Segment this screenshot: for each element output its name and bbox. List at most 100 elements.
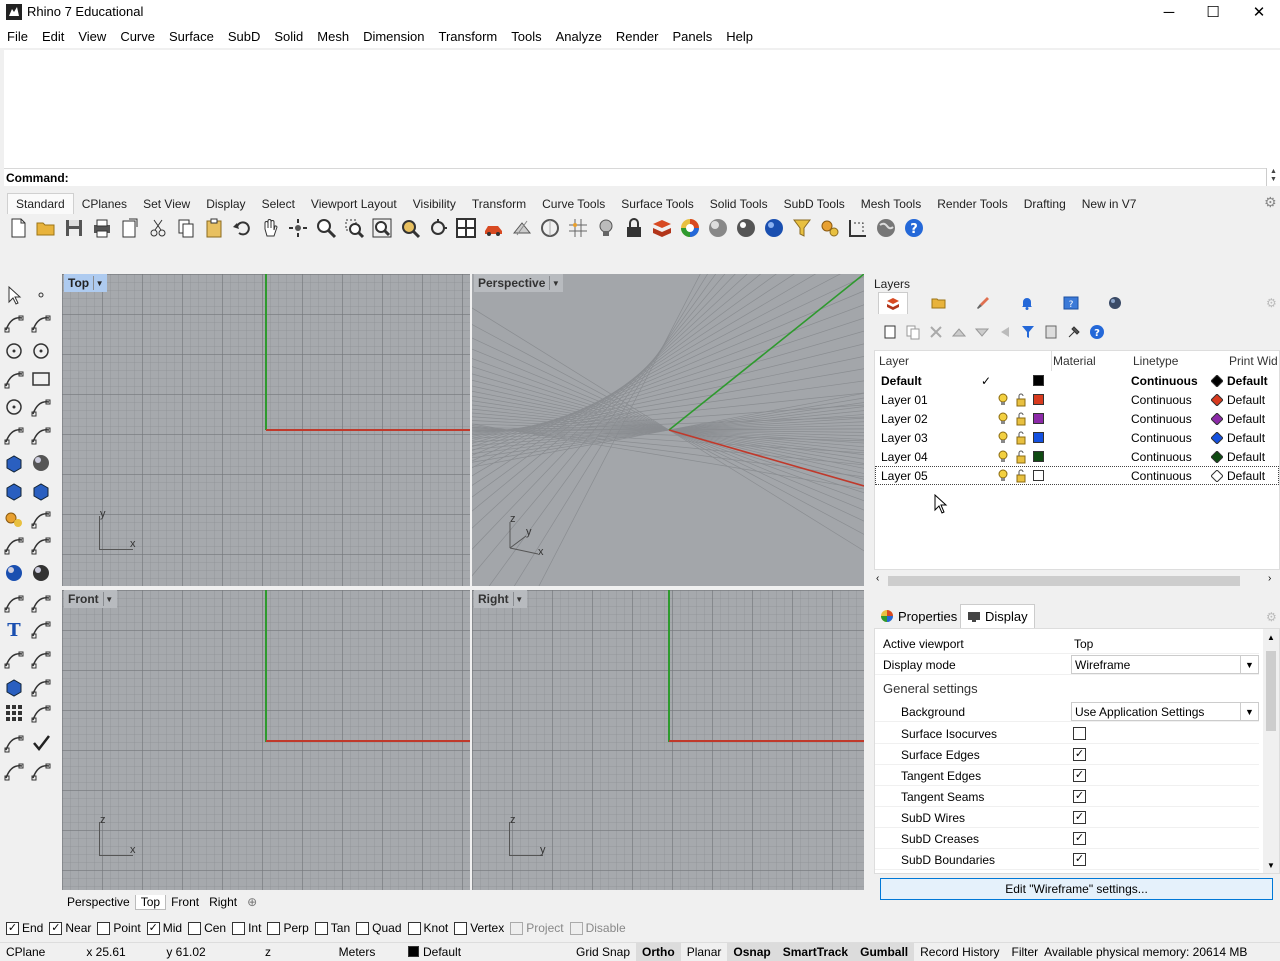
lock-icon[interactable] bbox=[620, 214, 648, 242]
tab-standard[interactable]: Standard bbox=[7, 193, 74, 214]
group-icon[interactable] bbox=[1, 646, 27, 672]
layer-row[interactable]: Layer 03 Continuous Default bbox=[875, 428, 1279, 447]
point-icon[interactable] bbox=[28, 282, 54, 308]
planar-toggle[interactable]: Planar bbox=[681, 943, 728, 961]
rotate-view-icon[interactable] bbox=[284, 214, 312, 242]
save-icon[interactable] bbox=[60, 214, 88, 242]
gears-tool-icon[interactable] bbox=[1, 506, 27, 532]
circle-tool-icon[interactable] bbox=[1, 338, 27, 364]
split-icon[interactable] bbox=[1, 532, 27, 558]
column-header-print-width[interactable]: Print Wid bbox=[1229, 351, 1279, 371]
tab-display[interactable]: Display bbox=[198, 194, 253, 214]
layer-color-swatch[interactable] bbox=[1033, 447, 1044, 466]
delete-layer-icon[interactable] bbox=[926, 322, 946, 342]
tab-drafting[interactable]: Drafting bbox=[1016, 194, 1074, 214]
osnap-checkbox[interactable] bbox=[314, 921, 328, 935]
edit-wireframe-settings-button[interactable]: Edit "Wireframe" settings... bbox=[880, 878, 1273, 900]
scroll-down-icon[interactable]: ▼ bbox=[1267, 861, 1275, 870]
layer-linetype[interactable]: Continuous bbox=[1131, 447, 1192, 466]
osnap-checkbox[interactable] bbox=[454, 921, 468, 935]
osnap-checkbox[interactable] bbox=[97, 921, 111, 935]
layer-icon[interactable] bbox=[648, 214, 676, 242]
setting-checkbox[interactable]: ✓ bbox=[1073, 853, 1086, 866]
zoom-icon[interactable] bbox=[312, 214, 340, 242]
tab-subd-tools[interactable]: SubD Tools bbox=[776, 194, 853, 214]
record-history-toggle[interactable]: Record History bbox=[914, 943, 1005, 961]
unlocked-icon[interactable] bbox=[1015, 428, 1027, 447]
osnap-checkbox[interactable] bbox=[188, 921, 202, 935]
menu-edit[interactable]: Edit bbox=[35, 29, 71, 44]
lightbulb-icon[interactable] bbox=[997, 409, 1009, 428]
column-header-material[interactable]: Material bbox=[1053, 351, 1133, 371]
help-window-tab-icon[interactable]: ? bbox=[1056, 292, 1086, 314]
layer-tools-icon[interactable] bbox=[1064, 322, 1084, 342]
menu-file[interactable]: File bbox=[0, 29, 35, 44]
four-viewports-icon[interactable] bbox=[452, 214, 480, 242]
setting-checkbox[interactable]: ✓ bbox=[1073, 790, 1086, 803]
array-icon[interactable] bbox=[28, 646, 54, 672]
layer-name[interactable]: Layer 04 bbox=[881, 447, 928, 466]
layer-linetype[interactable]: Continuous bbox=[1131, 371, 1198, 390]
render-tool-icon[interactable] bbox=[28, 758, 54, 784]
block-icon[interactable] bbox=[28, 700, 54, 726]
column-header-linetype[interactable]: Linetype bbox=[1133, 351, 1213, 371]
tab-select[interactable]: Select bbox=[254, 194, 303, 214]
scroll-left-icon[interactable]: ‹ bbox=[876, 573, 879, 584]
menu-dimension[interactable]: Dimension bbox=[356, 29, 431, 44]
earth-icon[interactable] bbox=[872, 214, 900, 242]
render-tab-icon[interactable] bbox=[1100, 292, 1130, 314]
box-edit-icon[interactable] bbox=[1, 674, 27, 700]
grid-icon[interactable] bbox=[564, 214, 592, 242]
ortho-toggle[interactable]: Ortho bbox=[636, 942, 681, 961]
layer-name[interactable]: Default bbox=[881, 371, 922, 390]
unlocked-icon[interactable] bbox=[1015, 466, 1027, 485]
box-icon[interactable] bbox=[1, 450, 27, 476]
osnap-checkbox[interactable]: ✓ bbox=[146, 921, 160, 935]
layer-color-swatch[interactable] bbox=[1033, 371, 1044, 390]
viewport-title-perspective[interactable]: Perspective ▼ bbox=[474, 274, 564, 292]
layer-name[interactable]: Layer 05 bbox=[881, 466, 928, 485]
layer-color-swatch[interactable] bbox=[1033, 390, 1044, 409]
open-folder-tab-icon[interactable] bbox=[924, 292, 954, 314]
column-header-layer[interactable]: Layer bbox=[879, 351, 979, 371]
setting-checkbox[interactable]: ✓ bbox=[1073, 811, 1086, 824]
text-icon[interactable]: T bbox=[1, 616, 27, 642]
fillet-curve-icon[interactable] bbox=[28, 394, 54, 420]
layer-print-width[interactable]: Default bbox=[1227, 371, 1268, 390]
scroll-thumb[interactable] bbox=[888, 576, 1240, 586]
ruler-icon[interactable] bbox=[28, 674, 54, 700]
layer-linetype[interactable]: Continuous bbox=[1131, 466, 1192, 485]
osnap-checkbox[interactable] bbox=[232, 921, 246, 935]
viewport-top[interactable]: Top ▼ y x bbox=[62, 274, 470, 586]
loft-icon[interactable] bbox=[28, 422, 54, 448]
menu-help[interactable]: Help bbox=[719, 29, 760, 44]
viewport-tab-front[interactable]: Front bbox=[166, 895, 204, 909]
smarttrack-toggle[interactable]: SmartTrack bbox=[776, 942, 855, 961]
menu-transform[interactable]: Transform bbox=[431, 29, 504, 44]
tab-surface-tools[interactable]: Surface Tools bbox=[613, 194, 702, 214]
rectangle-icon[interactable] bbox=[28, 366, 54, 392]
menu-surface[interactable]: Surface bbox=[162, 29, 221, 44]
layer-print-width[interactable]: Default bbox=[1227, 466, 1265, 485]
paste-icon[interactable] bbox=[200, 214, 228, 242]
menu-solid[interactable]: Solid bbox=[267, 29, 310, 44]
layer-print-width[interactable]: Default bbox=[1227, 428, 1265, 447]
viewport-right[interactable]: Right ▼ z y bbox=[472, 590, 864, 890]
osnap-checkbox[interactable] bbox=[267, 921, 281, 935]
osnap-quad[interactable]: Quad bbox=[356, 921, 402, 935]
display-mode-select[interactable]: Wireframe ▼ bbox=[1071, 655, 1259, 674]
osnap-vertex[interactable]: Vertex bbox=[454, 921, 504, 935]
print-color-diamond-icon[interactable] bbox=[1211, 371, 1223, 390]
tab-display[interactable]: Display bbox=[960, 604, 1035, 628]
tab-solid-tools[interactable]: Solid Tools bbox=[702, 194, 776, 214]
select-arrow-icon[interactable] bbox=[1, 282, 27, 308]
current-layer-check-icon[interactable]: ✓ bbox=[981, 371, 991, 390]
polygon-icon[interactable] bbox=[1, 394, 27, 420]
filter-layers-icon[interactable] bbox=[1018, 322, 1038, 342]
undo-icon[interactable] bbox=[228, 214, 256, 242]
lightbulb-icon[interactable] bbox=[997, 390, 1009, 409]
rendered-sphere-icon[interactable] bbox=[732, 214, 760, 242]
dimension-tool-icon[interactable] bbox=[28, 616, 54, 642]
viewport-perspective[interactable]: Perspective ▼ z y x bbox=[472, 274, 864, 586]
menu-analyze[interactable]: Analyze bbox=[549, 29, 609, 44]
